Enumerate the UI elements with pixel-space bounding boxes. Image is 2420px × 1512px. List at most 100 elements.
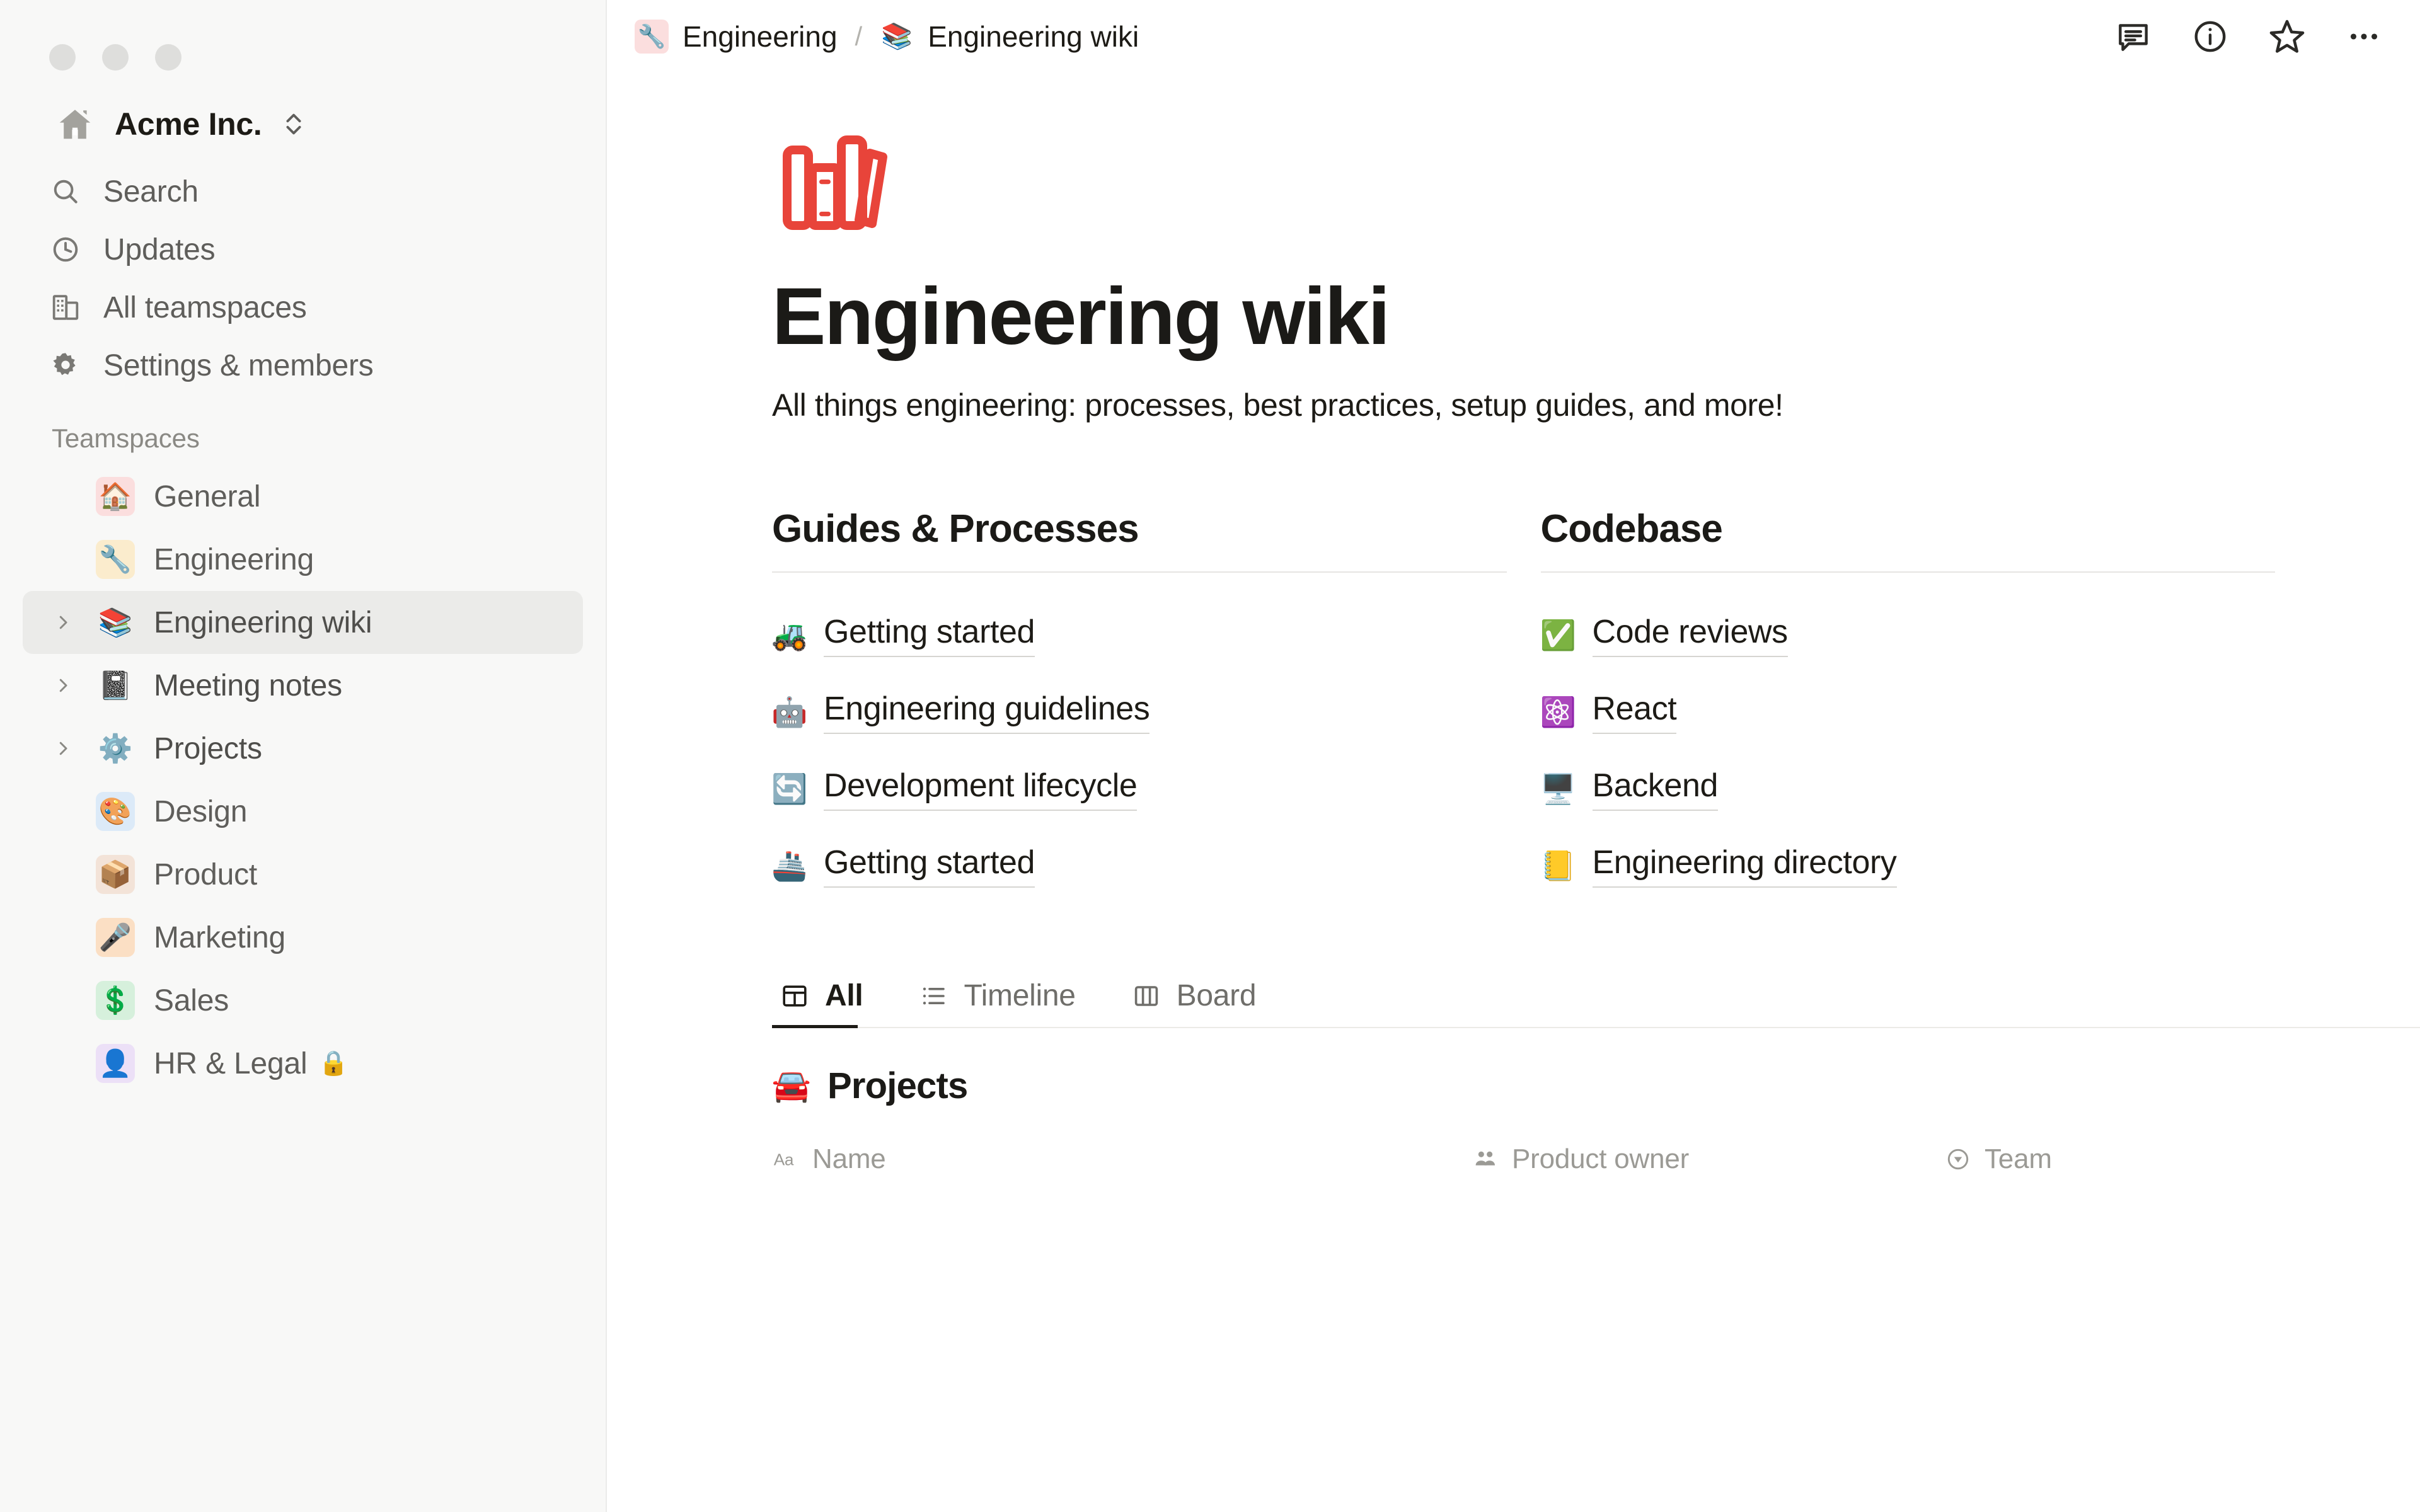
window-close-button[interactable] [49,44,76,71]
books-icon: 📚 [881,23,913,50]
column-header-team[interactable]: Team [1944,1143,2052,1175]
column-header-label: Product owner [1512,1143,1690,1175]
sidebar-item-label: Projects [154,731,262,766]
window-minimize-button[interactable] [102,44,129,71]
chevron-right-icon[interactable] [49,672,77,699]
sidebar-item-settings-members[interactable]: Settings & members [0,336,606,394]
label-text: Meeting notes [154,668,342,702]
list-icon [917,980,950,1012]
link-columns: Guides & Processes 🚜 Getting started 🤖 Engi… [771,507,2420,904]
page-link[interactable]: 🚜 Getting started [771,597,1507,673]
sidebar-item-projects[interactable]: ⚙️ Projects [23,717,583,780]
page-link-label: Engineering guidelines [824,690,1150,735]
page-link-label: Code reviews [1592,613,1788,658]
page-subtitle: All things engineering: processes, best … [772,387,1783,423]
window-maximize-button[interactable] [155,44,182,71]
select-icon [1944,1145,1972,1173]
chevron-right-icon[interactable] [49,735,77,762]
column-header-label: Team [1985,1143,2052,1175]
chevron-updown-icon[interactable] [282,109,305,139]
sidebar-item-search[interactable]: Search [0,163,606,220]
page-link-label: Getting started [824,613,1035,658]
gear-icon [49,349,82,382]
person-icon [1472,1145,1499,1173]
table-icon [778,980,811,1012]
sidebar-item-updates[interactable]: Updates [0,220,606,278]
column-header-product-owner[interactable]: Product owner [1472,1143,1944,1175]
sidebar-item-label: Search [103,175,199,209]
clock-icon [49,233,82,266]
sidebar-item-engineering[interactable]: 🔧 Engineering [23,528,583,591]
sidebar-item-general[interactable]: 🏠 General [23,465,583,528]
tab-timeline[interactable]: Timeline [911,978,1097,1027]
page-link-emoji-icon: 🚜 [771,619,808,652]
breadcrumb-separator: / [855,21,863,51]
link-list-guides: 🚜 Getting started 🤖 Engineering guidelines 🔄… [771,597,1507,904]
page-link[interactable]: 🚢 Getting started [771,827,1507,904]
car-icon: 🚘 [771,1068,812,1104]
page-link-emoji-icon: 📒 [1540,849,1577,883]
tab-board[interactable]: Board [1124,978,1278,1027]
page-title: Engineering wiki [772,272,1390,362]
house-icon [55,105,95,144]
label-text: Sales [154,983,229,1017]
books-icon[interactable] [772,120,898,246]
sidebar-item-engineering-wiki[interactable]: 📚 Engineering wiki [23,591,583,654]
label-text: Engineering wiki [154,605,372,639]
breadcrumb-label: Engineering [683,20,838,53]
teamspace-emoji-icon: 📓 [98,670,133,701]
page-link[interactable]: 📒 Engineering directory [1540,827,2276,904]
comments-icon[interactable] [2112,16,2154,57]
sidebar-item-design[interactable]: 🎨 Design [23,780,583,843]
page-link-label: Development lifecycle [824,767,1138,811]
page-link[interactable]: 🔄 Development lifecycle [771,750,1507,827]
sidebar-item-label: Meeting notes [154,668,342,703]
sidebar-item-product[interactable]: 📦 Product [23,843,583,906]
sidebar-item-label: All teamspaces [103,290,307,324]
label-text: Engineering [154,542,314,576]
database-title-row[interactable]: 🚘 Projects [772,1065,2420,1107]
breadcrumb-item-engineering[interactable]: 🔧 Engineering [635,20,838,54]
table-header-row: Aa Name Product owner Team [772,1143,2420,1175]
text-aa-icon: Aa [772,1145,800,1173]
page-link[interactable]: 🤖 Engineering guidelines [771,673,1507,750]
tab-label: All [825,979,863,1013]
page-link-emoji-icon: 🚢 [771,849,808,883]
main-content: 🔧 Engineering / 📚 Engineering wiki Engin… [607,0,2420,1512]
label-text: Marketing [154,920,285,954]
breadcrumb-item-engineering-wiki[interactable]: 📚 Engineering wiki [880,20,1139,54]
sidebar-item-label: Engineering [154,542,314,577]
info-icon[interactable] [2189,16,2231,57]
workspace-name: Acme Inc. [115,106,262,142]
page-link[interactable]: ✅ Code reviews [1540,597,2276,673]
tab-all[interactable]: All [772,978,884,1029]
window-controls [0,0,606,71]
page-link[interactable]: 🖥️ Backend [1540,750,2276,827]
breadcrumb-label: Engineering wiki [928,20,1139,53]
teamspace-emoji-icon: 🎤 [96,918,135,957]
star-icon[interactable] [2266,16,2308,57]
teamspace-emoji-icon: 🏠 [96,477,135,516]
sidebar-item-label: Engineering wiki [154,605,372,640]
top-bar: 🔧 Engineering / 📚 Engineering wiki [607,0,2420,73]
sidebar-item-meeting-notes[interactable]: 📓 Meeting notes [23,654,583,717]
link-list-codebase: ✅ Code reviews ⚛️ React 🖥️ Backend 📒 Engineerin… [1540,597,2276,904]
sidebar-item-label: Product [154,857,257,892]
sidebar-item-label: HR & Legal 🔒 [154,1046,349,1081]
teamspace-list: 🏠 General 🔧 Engineering 📚 Engineering wiki 📓 Me… [0,465,606,1095]
primary-nav: Search Updates All teamspaces Settings &… [0,163,606,394]
sidebar-item-all-teamspaces[interactable]: All teamspaces [0,278,606,336]
sidebar-item-hr-legal[interactable]: 👤 HR & Legal 🔒 [23,1032,583,1095]
sidebar-item-sales[interactable]: 💲 Sales [23,969,583,1032]
sidebar-item-label: Settings & members [103,348,374,382]
lock-icon: 🔒 [318,1050,349,1077]
svg-text:Aa: Aa [774,1150,794,1169]
sidebar-item-marketing[interactable]: 🎤 Marketing [23,906,583,969]
sidebar-item-label: Updates [103,232,216,266]
more-icon[interactable] [2343,16,2385,57]
workspace-switcher[interactable]: Acme Inc. [43,97,396,151]
column-header-name[interactable]: Aa Name [772,1143,1472,1175]
chevron-right-icon[interactable] [49,609,77,636]
sidebar-item-label: General [154,479,261,514]
page-link[interactable]: ⚛️ React [1540,673,2276,750]
